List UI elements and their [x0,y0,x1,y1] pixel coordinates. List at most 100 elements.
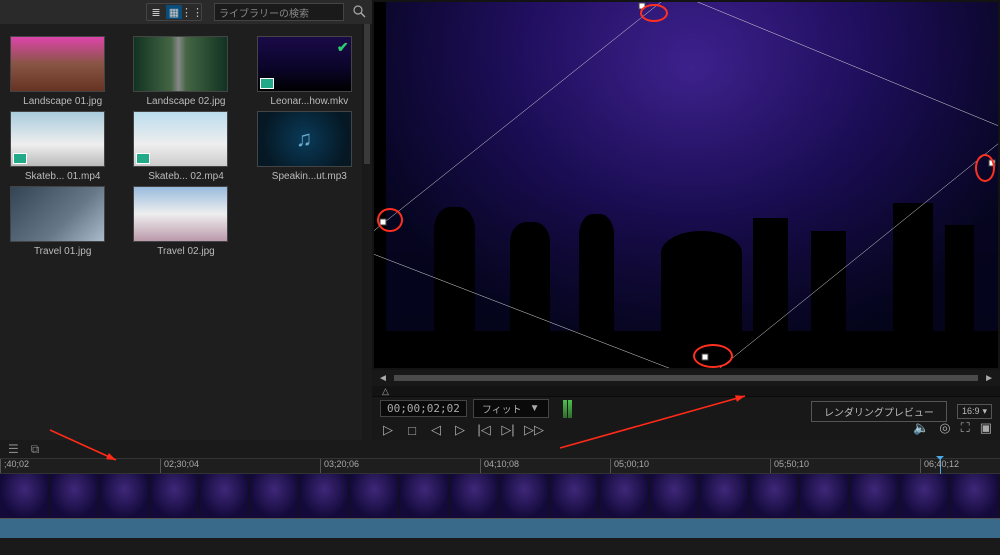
clip-thumbnail [800,474,850,518]
clip-thumbnail [450,474,500,518]
clip-thumbnail [950,474,1000,518]
thumbnail-caption: Landscape 02.jpg [133,96,238,107]
library-item[interactable]: Travel 02.jpg [133,186,238,257]
audio-track[interactable] [0,518,1000,538]
thumbnail-caption: Skateb... 01.mp4 [10,171,115,182]
transform-handle-right[interactable] [988,160,995,167]
check-icon: ✔ [337,39,349,56]
library-item[interactable]: Landscape 01.jpg [10,36,115,107]
view-details-icon[interactable]: ⋮⋮ [184,5,200,19]
expand-icon[interactable]: ⛶ [961,420,970,436]
clip-thumbnail [250,474,300,518]
clip-thumbnail [750,474,800,518]
clip-thumbnail [200,474,250,518]
library-panel: ≣ ▦ ⋮⋮ ライブラリーの検索 Landscape 01.jpgLandsca… [0,0,372,440]
thumbnail-image [10,36,105,92]
media-badge-icon [260,78,274,89]
search-input[interactable]: ライブラリーの検索 [214,3,344,21]
timeline-ruler[interactable]: ;40;0202;30;0403;20;0604;10;0805;00;1005… [0,458,1000,474]
ruler-mark: ;40;02 [0,459,29,473]
library-item[interactable]: Travel 01.jpg [10,186,115,257]
thumbnail-caption: Travel 02.jpg [133,246,238,257]
preview-viewport[interactable] [374,2,998,368]
scroll-left-icon[interactable]: ◄ [378,373,388,384]
thumbnail-image [10,186,105,242]
clip-thumbnail [350,474,400,518]
next-frame-button[interactable]: ▷ [452,422,468,438]
thumbnail-image [10,111,105,167]
goto-end-button[interactable]: ▷| [500,422,516,438]
library-item[interactable]: ✔ Leonar...how.mkv [257,36,362,107]
library-item[interactable]: Skateb... 01.mp4 [10,111,115,182]
thumbnail-image [133,111,228,167]
preview-silhouettes [405,148,985,331]
clip-thumbnail [150,474,200,518]
scroll-track[interactable] [394,375,978,381]
transform-handle-top[interactable] [639,2,646,9]
thumbnail-image: ✔ [257,36,352,92]
thumbnail-caption: Leonar...how.mkv [257,96,362,107]
library-thumbnails: Landscape 01.jpg Landscape 02.jpg ✔ Leonar.… [0,24,372,269]
clip-thumbnail [650,474,700,518]
goto-start-button[interactable]: |◁ [476,422,492,438]
clip-thumbnail [400,474,450,518]
media-badge-icon [13,153,27,164]
search-icon[interactable] [352,4,366,21]
track-subtitle-icon[interactable]: ⧉ [31,442,40,457]
library-item[interactable]: Speakin...ut.mp3 [257,111,362,182]
clip-thumbnail [850,474,900,518]
aspect-ratio-dropdown[interactable]: 16:9 ▾ [957,404,992,419]
transform-handle-bottom[interactable] [701,354,708,361]
view-grid-icon[interactable]: ▦ [166,5,182,19]
preview-panel: ◄ ► △ 00;00;02;02 フィット ▼ ▷ □ [372,0,1000,440]
scrollbar-handle[interactable] [364,24,370,164]
clip-thumbnail [100,474,150,518]
prev-frame-button[interactable]: ◁ [428,422,444,438]
chevron-down-icon: ▾ [982,406,987,417]
render-preview-button[interactable]: レンダリングプレビュー [811,401,947,422]
ruler-mark: 05;00;10 [610,459,649,473]
preview-horizontal-scroll[interactable]: ◄ ► [372,370,1000,386]
play-button[interactable]: ▷ [380,422,396,438]
preview-zoom-slider[interactable]: △ [372,386,1000,396]
timecode[interactable]: 00;00;02;02 [380,400,467,417]
clip-thumbnail [300,474,350,518]
clip-thumbnail [600,474,650,518]
thumbnail-caption: Landscape 01.jpg [10,96,115,107]
volume-icon[interactable]: 🔈 [913,420,929,436]
clip-thumbnail [500,474,550,518]
ruler-mark: 06;40;12 [920,459,959,473]
fast-forward-button[interactable]: ▷▷ [524,422,540,438]
clip-thumbnail [50,474,100,518]
chevron-down-icon: ▼ [530,403,540,414]
thumbnail-image [133,36,228,92]
ruler-mark: 05;50;10 [770,459,809,473]
zoom-fit-label: フィット [482,401,522,416]
track-label-icon[interactable]: ☰ [8,442,19,456]
thumbnail-image [133,186,228,242]
zoom-out-icon[interactable]: △ [382,386,389,397]
video-track[interactable] [0,474,1000,518]
thumbnail-caption: Travel 01.jpg [10,246,115,257]
clip-thumbnail [900,474,950,518]
library-header: ≣ ▦ ⋮⋮ ライブラリーの検索 [0,0,372,24]
library-item[interactable]: Skateb... 02.mp4 [133,111,238,182]
media-badge-icon [136,153,150,164]
timeline-tracks [0,474,1000,554]
scroll-right-icon[interactable]: ► [984,373,994,384]
ruler-mark: 03;20;06 [320,459,359,473]
clip-thumbnail [0,474,50,518]
ruler-mark: 02;30;04 [160,459,199,473]
library-scrollbar[interactable] [362,24,372,440]
snapshot-icon[interactable]: ◎ [939,420,950,436]
settings-icon[interactable]: ▣ [980,420,992,436]
playback-controls: ▷ □ ◁ ▷ |◁ ▷| ▷▷ [380,422,572,438]
search-placeholder: ライブラリーの検索 [219,5,309,20]
transport-bar: 00;00;02;02 フィット ▼ ▷ □ ◁ ▷ |◁ ▷| ▷▷ [372,396,1000,440]
zoom-fit-dropdown[interactable]: フィット ▼ [473,399,549,418]
stop-button[interactable]: □ [404,423,420,438]
view-list-icon[interactable]: ≣ [148,5,164,19]
library-item[interactable]: Landscape 02.jpg [133,36,238,107]
timeline-toolbar: ☰ ⧉ [0,440,1000,458]
transform-handle-left[interactable] [380,218,387,225]
